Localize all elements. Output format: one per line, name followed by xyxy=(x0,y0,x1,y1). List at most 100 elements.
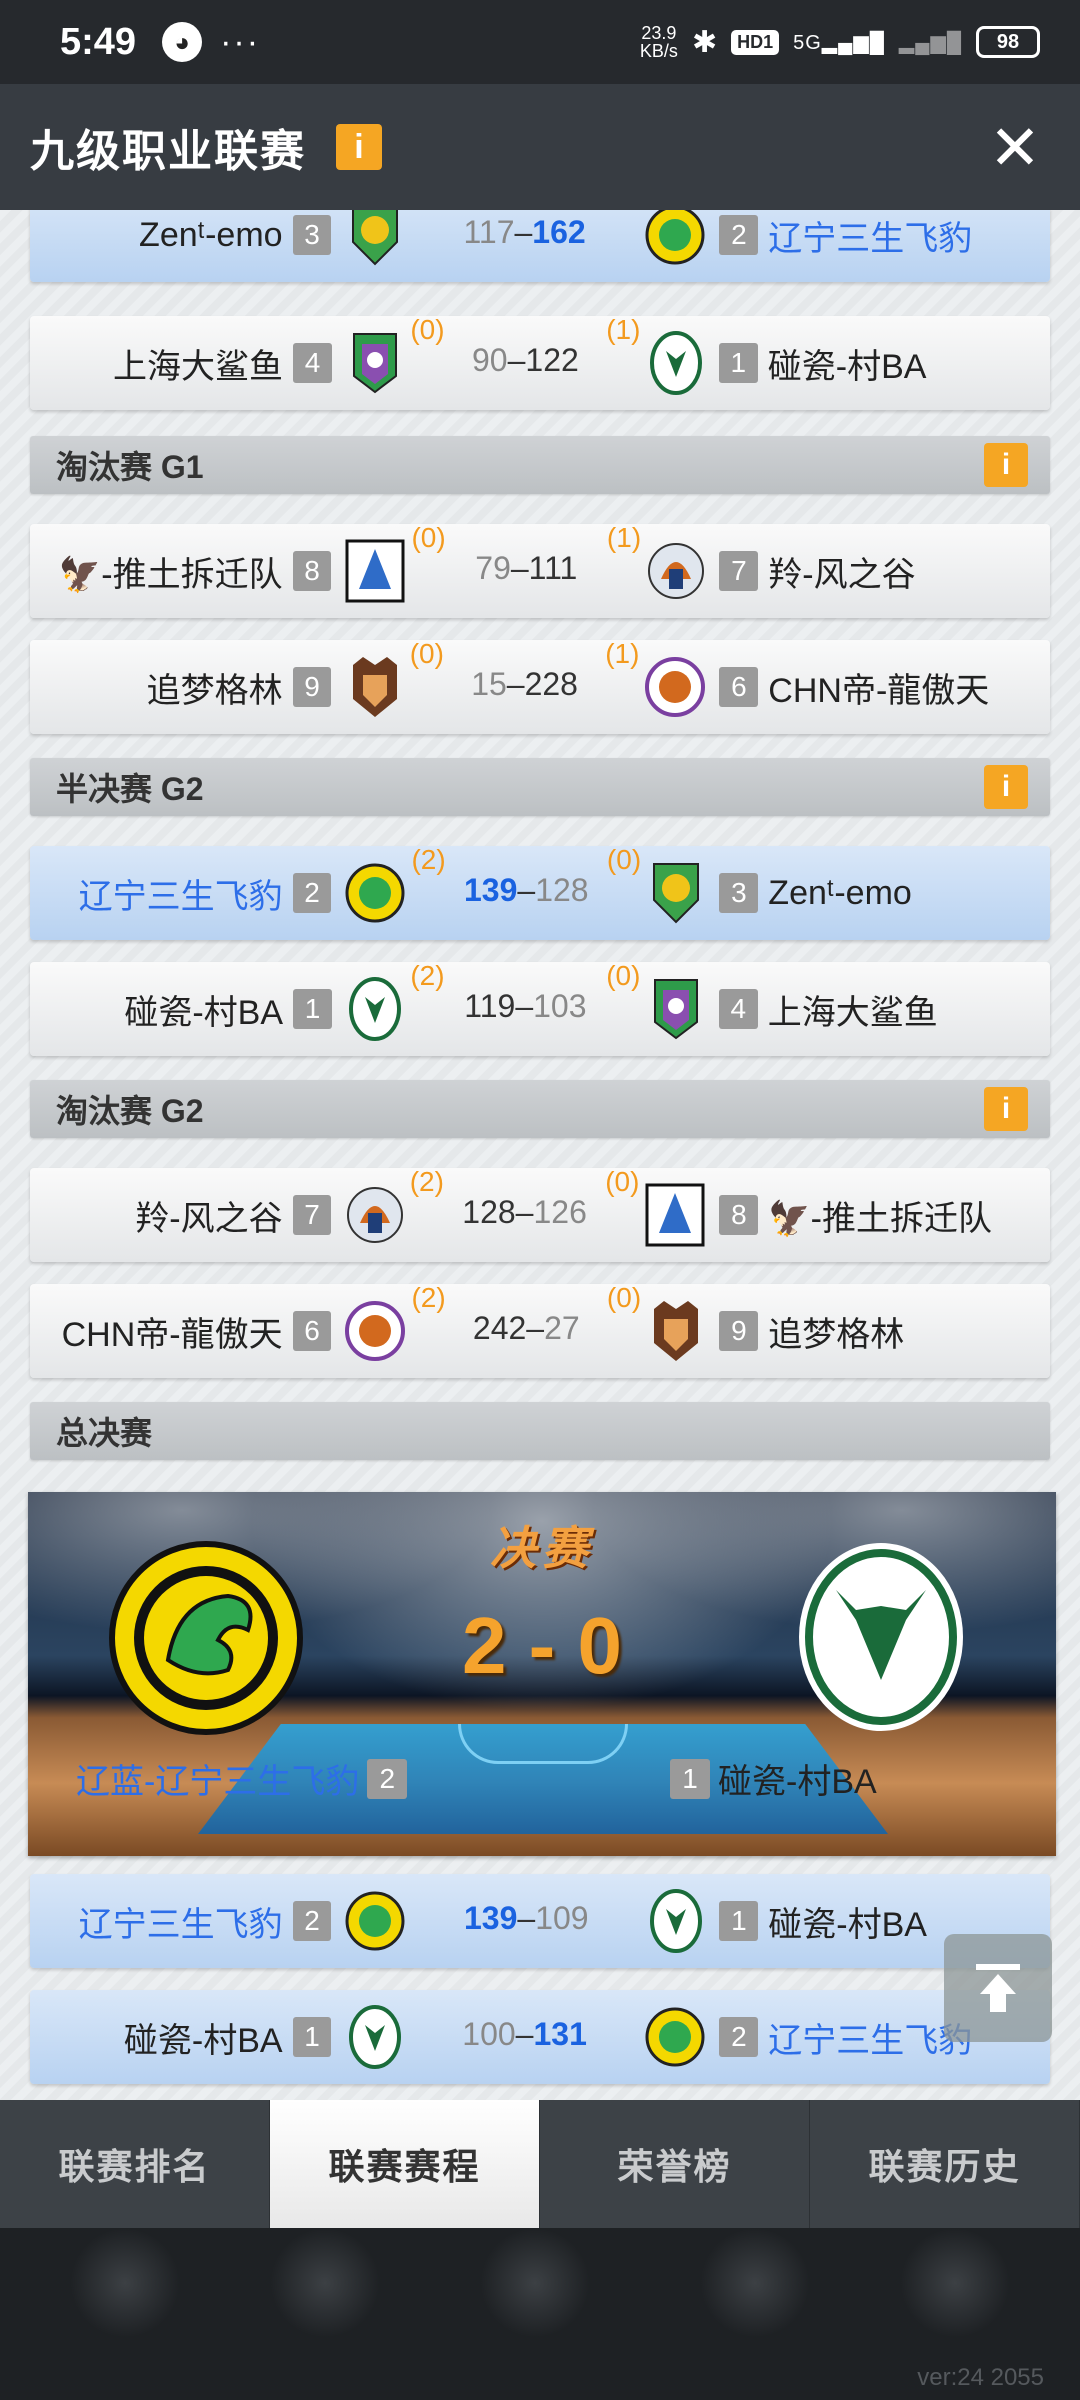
right-seed: 1 xyxy=(718,343,758,383)
left-team-name: 追梦格林 xyxy=(146,671,283,710)
left-seed: 2 xyxy=(367,1758,408,1799)
match-row[interactable]: CHN帝-龍傲天 6 (2) 242–27 (0) 9 追梦格林 xyxy=(30,1282,1050,1378)
net-speed: 23.9 KB/s xyxy=(639,23,678,61)
section-header-elimination-g2: 淘汰赛 G2 i xyxy=(30,1080,1050,1138)
team-logo-dragon-large-icon xyxy=(108,1540,304,1736)
info-icon[interactable]: i xyxy=(984,443,1028,487)
match-row[interactable]: 🦅-推土拆迁队 8 (0) 79–111 (1) 7 羚-风之谷 xyxy=(30,522,1050,618)
finals-right-team: 1 碰瓷-村BA xyxy=(670,1754,877,1803)
left-team-name: Zenᵗ-emo xyxy=(139,215,283,254)
match-score: 117–162 xyxy=(463,214,586,250)
tab-league-history[interactable]: 联赛历史 xyxy=(810,2100,1080,2228)
left-seed: 4 xyxy=(293,343,332,383)
left-team-name: 辽宁三生飞豹 xyxy=(78,1905,283,1944)
status-icons: 23.9 KB/s ✱ HD1 5G▂▄▆█ ▂▄▆█ 98 xyxy=(640,24,1040,60)
title-bar: 九级职业联赛 i ✕ xyxy=(0,84,1080,210)
schedule-list[interactable]: Zenᵗ-emo 3 117–162 2 辽宁三生飞豹 上海大鲨鱼 4 (0) … xyxy=(0,210,1080,2100)
match-row[interactable]: 追梦格林 9 (0) 15–228 (1) 6 CHN帝-龍傲天 xyxy=(30,638,1050,734)
team-logo-wizard-icon xyxy=(346,328,404,398)
team-logo-deer-icon xyxy=(346,974,404,1044)
tab-bar: 联赛排名 联赛赛程 荣誉榜 联赛历史 xyxy=(0,2100,1080,2228)
match-row[interactable]: 碰瓷-村BA 1 100–131 2 辽宁三生飞豹 xyxy=(30,1990,1050,2084)
qq-notification-icon: ◕ xyxy=(162,22,203,62)
info-icon[interactable]: i xyxy=(984,765,1028,809)
hd-icon: HD1 xyxy=(731,29,780,55)
right-seed: 2 xyxy=(719,215,759,255)
team-logo-spartan-icon xyxy=(647,536,705,606)
team-logo-wolf-icon xyxy=(645,1180,705,1250)
back-to-top-button[interactable] xyxy=(944,1934,1052,2042)
page-title: 九级职业联赛 xyxy=(30,127,306,176)
team-logo-tiger-icon xyxy=(647,1296,705,1366)
version-label: ver:24 2055 xyxy=(917,2364,1044,2391)
right-seed: 1 xyxy=(670,1758,710,1799)
more-notifications-icon: ··· xyxy=(220,22,261,61)
section-title: 淘汰赛 G1 xyxy=(56,449,204,485)
section-title: 总决赛 xyxy=(56,1415,153,1451)
signal-icon: 5G▂▄▆█ xyxy=(793,31,885,54)
left-team-name: 辽宁三生飞豹 xyxy=(78,877,283,916)
blurred-menu-icon xyxy=(480,2228,590,2338)
match-score: 100–131 xyxy=(462,2016,587,2052)
left-seed: 3 xyxy=(292,215,332,255)
match-row[interactable]: 羚-风之谷 7 (2) 128–126 (0) 8 🦅-推土拆迁队 xyxy=(30,1166,1050,1262)
left-team-name: 碰瓷-村BA xyxy=(124,993,284,1032)
match-row[interactable]: 碰瓷-村BA 1 (2) 119–103 (0) 4 上海大鲨鱼 xyxy=(30,960,1050,1056)
match-score: 139–128 xyxy=(464,872,589,908)
match-row[interactable]: Zenᵗ-emo 3 117–162 2 辽宁三生飞豹 xyxy=(30,210,1050,282)
signal-2-icon: ▂▄▆█ xyxy=(898,31,962,54)
team-logo-eagle-icon xyxy=(345,210,403,270)
left-seed: 2 xyxy=(292,1901,332,1941)
match-score: 119–103 xyxy=(464,988,587,1024)
info-icon[interactable]: i xyxy=(336,124,382,170)
left-seed: 9 xyxy=(292,667,332,707)
match-score: 128–126 xyxy=(462,1194,587,1230)
left-team-name: CHN帝-龍傲天 xyxy=(61,1315,283,1354)
tab-honor-list[interactable]: 荣誉榜 xyxy=(540,2100,810,2228)
section-header-semifinal-g2: 半决赛 G2 i xyxy=(30,758,1050,816)
finals-left-team: 辽蓝-辽宁三生飞豹 2 xyxy=(76,1754,408,1803)
right-seed: 3 xyxy=(719,873,759,913)
team-logo-eagle-icon xyxy=(647,858,705,928)
right-team-name: 上海大鲨鱼 xyxy=(767,993,938,1032)
right-seed: 9 xyxy=(719,1311,759,1351)
right-series-wins: (1) xyxy=(606,314,641,345)
match-score: 139–109 xyxy=(464,1900,589,1936)
right-team-name: 羚-风之谷 xyxy=(768,555,916,594)
match-row[interactable]: 上海大鲨鱼 4 (0) 90–122 (1) 1 碰瓷-村BA xyxy=(30,314,1050,410)
battery-icon: 98 xyxy=(976,26,1040,58)
right-team-name: 碰瓷-村BA xyxy=(767,347,927,386)
tab-league-ranking[interactable]: 联赛排名 xyxy=(0,2100,270,2228)
team-logo-lion-icon xyxy=(645,652,706,722)
eagle-emoji-icon: 🦅 xyxy=(58,555,102,594)
left-team-name: 碰瓷-村BA xyxy=(123,2021,283,2060)
finals-banner[interactable]: 决赛 2 - 0 辽蓝-辽宁三生飞豹 2 1 碰瓷-村BA xyxy=(28,1492,1056,1856)
right-team-name: CHN帝-龍傲天 xyxy=(768,671,990,710)
team-logo-deer-icon xyxy=(345,2002,403,2072)
team-logo-wolf-icon xyxy=(345,536,405,606)
match-row[interactable]: 辽宁三生飞豹 2 139–109 1 碰瓷-村BA xyxy=(30,1874,1050,1968)
section-title: 淘汰赛 G2 xyxy=(56,1093,204,1129)
team-logo-lion-icon xyxy=(345,1296,406,1366)
team-logo-deer-large-icon xyxy=(796,1540,966,1734)
right-seed: 2 xyxy=(719,2017,759,2057)
match-score: 242–27 xyxy=(472,1310,580,1346)
team-logo-wizard-icon xyxy=(646,974,704,1044)
team-logo-dragon-icon xyxy=(645,2002,705,2072)
right-team-name: 🦅-推土拆迁队 xyxy=(768,1199,992,1238)
team-logo-deer-icon xyxy=(647,1886,705,1956)
tab-league-schedule[interactable]: 联赛赛程 xyxy=(270,2100,540,2228)
right-seed: 8 xyxy=(719,1195,759,1235)
right-seed: 4 xyxy=(718,989,758,1029)
left-seed: 1 xyxy=(293,989,332,1029)
right-series-wins: (1) xyxy=(605,638,640,669)
match-row[interactable]: 辽宁三生飞豹 2 (2) 139–128 (0) 3 Zenᵗ-emo xyxy=(30,844,1050,940)
close-button[interactable]: ✕ xyxy=(980,111,1050,184)
info-icon[interactable]: i xyxy=(984,1087,1028,1131)
status-bar: 5:49 ◕ ··· 23.9 KB/s ✱ HD1 5G▂▄▆█ ▂▄▆█ 9… xyxy=(0,0,1080,84)
right-series-wins: (0) xyxy=(605,1166,640,1197)
team-logo-dragon-icon xyxy=(345,1886,405,1956)
left-team-name: 上海大鲨鱼 xyxy=(113,347,284,386)
section-header-finals: 总决赛 xyxy=(30,1402,1050,1460)
right-team-name: Zenᵗ-emo xyxy=(768,873,912,912)
